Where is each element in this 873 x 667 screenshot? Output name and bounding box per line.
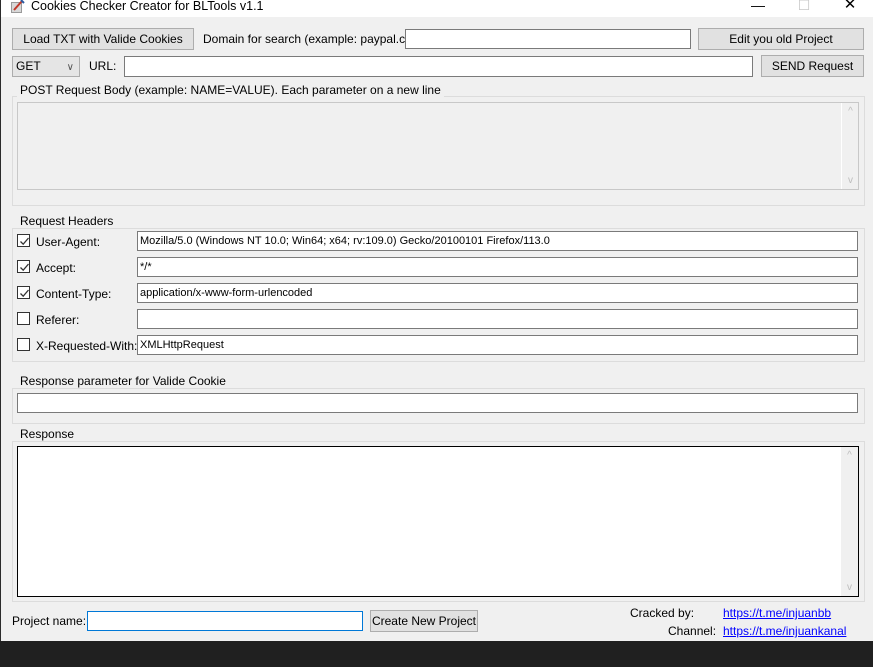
scroll-down-icon[interactable]: v <box>841 582 858 593</box>
header-checkbox[interactable] <box>17 312 30 325</box>
response-scrollbar[interactable]: ^ v <box>841 447 858 596</box>
project-name-label: Project name: <box>12 614 87 628</box>
header-label: Accept: <box>36 261 77 275</box>
scroll-up-icon[interactable]: ^ <box>842 106 859 117</box>
url-input[interactable] <box>124 56 753 77</box>
header-checkbox[interactable] <box>17 260 30 273</box>
chevron-down-icon: ∨ <box>66 62 74 73</box>
project-name-input[interactable] <box>87 611 363 631</box>
url-label: URL: <box>89 59 117 73</box>
minimize-button[interactable]: — <box>735 0 781 16</box>
header-value-input[interactable]: XMLHttpRequest <box>137 335 858 355</box>
method-select[interactable]: GET ∨ <box>12 56 80 77</box>
response-title: Response <box>17 427 78 441</box>
edit-project-button[interactable]: Edit you old Project <box>698 28 864 50</box>
scroll-up-icon[interactable]: ^ <box>841 450 858 461</box>
header-checkbox[interactable] <box>17 338 30 351</box>
app-window: Cookies Checker Creator for BLTools v1.1… <box>0 0 873 641</box>
scroll-down-icon[interactable]: v <box>842 175 859 186</box>
response-param-title: Response parameter for Valide Cookie <box>17 374 229 388</box>
window-title: Cookies Checker Creator for BLTools v1.1 <box>31 0 264 13</box>
header-value-input[interactable]: */* <box>137 257 858 277</box>
post-body-textarea[interactable]: ^ v <box>17 102 859 190</box>
header-label: Content-Type: <box>36 287 112 301</box>
send-request-button[interactable]: SEND Request <box>761 55 864 77</box>
response-param-input[interactable] <box>17 393 858 413</box>
cracked-by-link[interactable]: https://t.me/injuanbb <box>723 606 831 620</box>
header-checkbox[interactable] <box>17 234 30 247</box>
request-headers-title: Request Headers <box>17 214 117 228</box>
header-label: User-Agent: <box>36 235 101 249</box>
title-bar[interactable]: Cookies Checker Creator for BLTools v1.1… <box>1 0 873 17</box>
header-value-input[interactable]: Mozilla/5.0 (Windows NT 10.0; Win64; x64… <box>137 231 858 251</box>
header-value-input[interactable] <box>137 309 858 329</box>
domain-input[interactable] <box>405 29 691 49</box>
channel-link[interactable]: https://t.me/injuankanal <box>723 624 846 638</box>
post-body-title: POST Request Body (example: NAME=VALUE).… <box>17 83 444 97</box>
post-body-scrollbar[interactable]: ^ v <box>841 103 858 189</box>
maximize-button[interactable]: ☐ <box>781 0 827 16</box>
load-cookies-button[interactable]: Load TXT with Valide Cookies <box>12 28 194 50</box>
app-icon <box>11 0 25 13</box>
header-value-input[interactable]: application/x-www-form-urlencoded <box>137 283 858 303</box>
header-checkbox[interactable] <box>17 286 30 299</box>
response-textarea[interactable]: ^ v <box>17 446 859 597</box>
domain-label: Domain for search (example: paypal.com): <box>203 32 430 46</box>
checkmark-icon <box>20 237 29 246</box>
header-label: X-Requested-With: <box>36 339 138 353</box>
create-project-button[interactable]: Create New Project <box>370 610 478 632</box>
close-button[interactable]: ✕ <box>827 0 873 16</box>
channel-label: Channel: <box>668 624 717 638</box>
checkmark-icon <box>20 289 29 298</box>
header-label: Referer: <box>36 313 80 327</box>
cracked-by-label: Cracked by: <box>630 606 695 620</box>
method-selected: GET <box>16 59 41 73</box>
checkmark-icon <box>20 263 29 272</box>
